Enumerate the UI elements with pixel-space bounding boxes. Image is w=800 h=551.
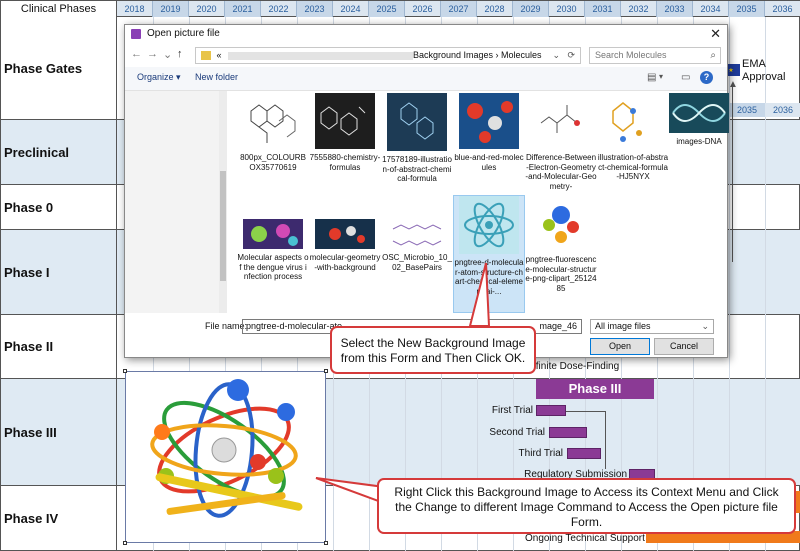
callout-text: Right Click this Background Image to Acc… bbox=[394, 485, 779, 529]
callout-text: Select the New Background Image from thi… bbox=[340, 336, 526, 365]
callout-select-image: Select the New Background Image from thi… bbox=[330, 326, 536, 374]
callout-pointer-top bbox=[468, 262, 491, 327]
callout-right-click: Right Click this Background Image to Acc… bbox=[377, 478, 796, 534]
callout-pointers bbox=[315, 262, 491, 508]
